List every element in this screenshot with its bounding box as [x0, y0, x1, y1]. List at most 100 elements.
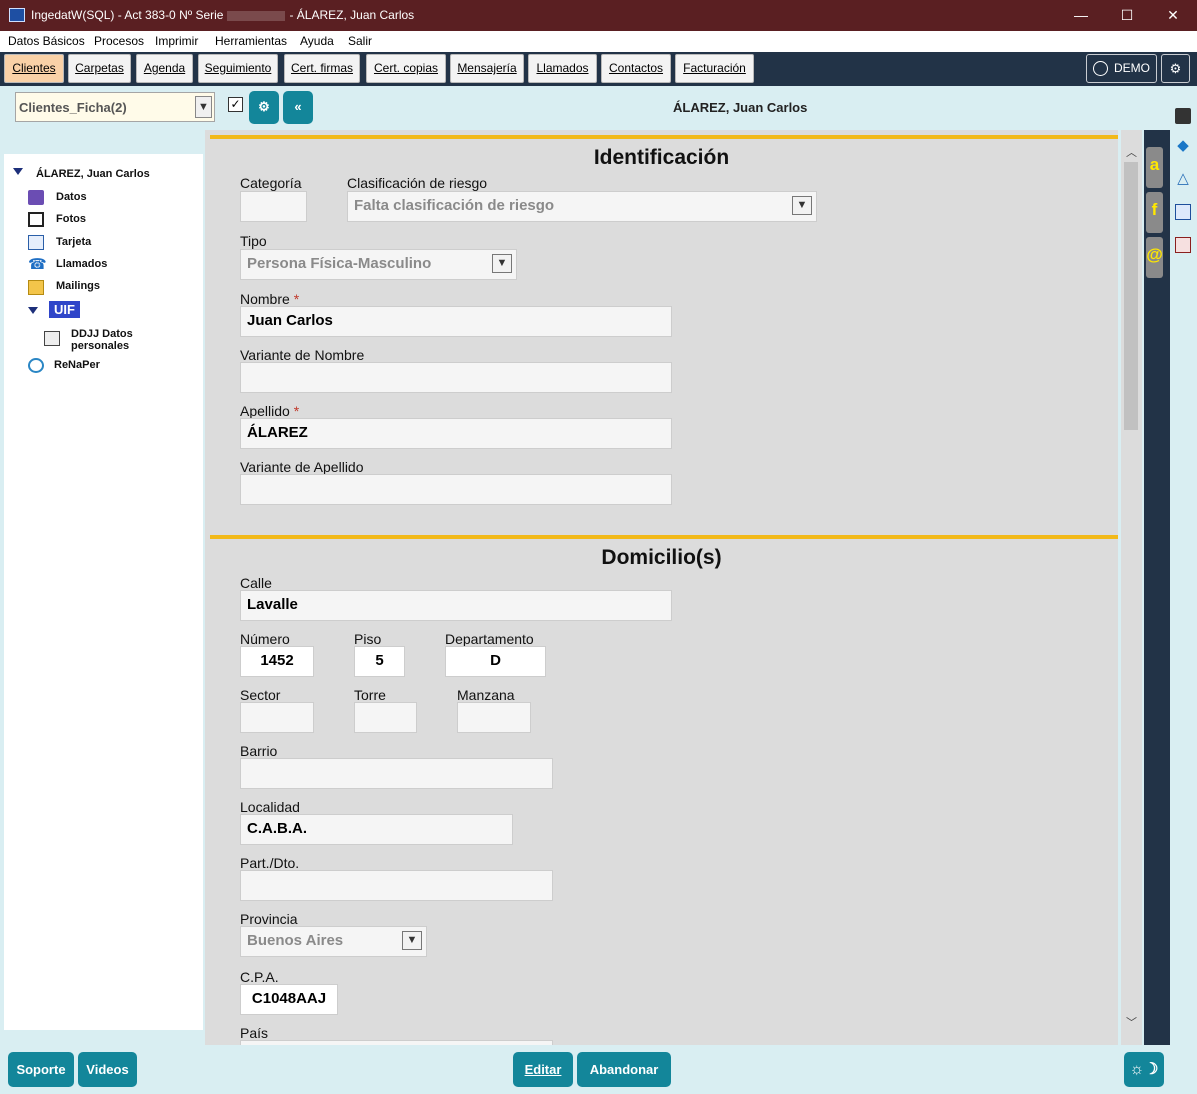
tab-carpetas[interactable]: Carpetas [68, 54, 131, 83]
numero-field[interactable]: 1452 [240, 646, 314, 677]
tab-agenda[interactable]: Agenda [136, 54, 193, 83]
card-icon [28, 235, 44, 250]
menu-herramientas[interactable]: Herramientas [215, 34, 287, 48]
right-tool-strip: ◆ △ [1170, 86, 1197, 1048]
cpa-field[interactable]: C1048AAJ [240, 984, 338, 1015]
tab-facturacion[interactable]: Facturación [675, 54, 754, 83]
menu-bar: Datos Básicos Procesos Imprimir Herramie… [0, 31, 1197, 52]
theme-toggle-button[interactable]: ☼☽ [1124, 1052, 1164, 1087]
drive-icon[interactable]: △ [1175, 171, 1191, 187]
view-select[interactable]: Clientes_Ficha(2) ▼ [15, 92, 215, 122]
videos-button[interactable]: Videos [78, 1052, 137, 1087]
social-button-a[interactable]: a [1146, 147, 1163, 188]
redacted-serial [227, 10, 286, 21]
calle-field[interactable]: Lavalle [240, 590, 672, 621]
tree-item-tarjeta[interactable]: Tarjeta [56, 236, 91, 248]
tree-item-mailings[interactable]: Mailings [56, 280, 100, 292]
tab-cert-firmas[interactable]: Cert. firmas [284, 54, 360, 83]
barrio-field[interactable] [240, 758, 553, 789]
barrio-label: Barrio [240, 743, 278, 759]
nombre-label: Nombre * [240, 291, 300, 307]
piso-field[interactable]: 5 [354, 646, 405, 677]
tree-item-fotos[interactable]: Fotos [56, 213, 86, 225]
section-title-identificacion: Identificación [593, 146, 730, 169]
manzana-field[interactable] [457, 702, 531, 733]
apellido-field[interactable]: ÁLAREZ [240, 418, 672, 449]
tree-item-uif[interactable]: UIF [49, 301, 80, 318]
phone-icon: ☎ [28, 256, 47, 273]
collapse-button[interactable]: « [283, 91, 313, 124]
user-button[interactable]: DEMO [1086, 54, 1157, 83]
expand-arrow-icon[interactable] [13, 168, 23, 175]
app-icon [9, 8, 25, 22]
expand-arrow-icon[interactable] [28, 307, 38, 314]
settings-button[interactable]: ⚙ [1161, 54, 1190, 83]
menu-imprimir[interactable]: Imprimir [155, 34, 198, 48]
photos-icon [28, 212, 44, 227]
tab-llamados[interactable]: Llamados [528, 54, 597, 83]
torre-field[interactable] [354, 702, 417, 733]
tab-contactos[interactable]: Contactos [601, 54, 671, 83]
diamond-app-icon[interactable]: ◆ [1175, 138, 1191, 154]
social-button-facebook[interactable]: f [1146, 192, 1163, 233]
options-button[interactable]: ⚙ [249, 91, 279, 124]
tipo-select[interactable]: Persona Física-Masculino ▼ [240, 249, 517, 280]
calculator-icon[interactable] [1175, 108, 1191, 124]
window-title: IngedatW(SQL) - Act 383-0 Nº Serie - ÁLAR… [31, 8, 415, 22]
maximize-button[interactable]: ☐ [1104, 0, 1150, 31]
social-strip: a f @ [1144, 130, 1170, 1045]
tree-item-llamados[interactable]: Llamados [56, 258, 107, 270]
report-icon[interactable] [1175, 237, 1191, 253]
record-checkbox[interactable]: ✓ [228, 97, 243, 112]
social-button-email[interactable]: @ [1146, 237, 1163, 278]
menu-datos-basicos[interactable]: Datos Básicos [8, 34, 85, 48]
tab-cert-copias[interactable]: Cert. copias [366, 54, 446, 83]
departamento-field[interactable]: D [445, 646, 546, 677]
torre-label: Torre [354, 687, 386, 703]
localidad-field[interactable]: C.A.B.A. [240, 814, 513, 845]
nombre-field[interactable]: Juan Carlos [240, 306, 672, 337]
form-scrollbar[interactable]: ︿ ﹀ [1121, 130, 1142, 1045]
tab-clientes[interactable]: Clientes [4, 54, 64, 83]
fingerprint-icon [28, 358, 44, 373]
abandonar-button[interactable]: Abandonar [577, 1052, 671, 1087]
menu-salir[interactable]: Salir [348, 34, 372, 48]
localidad-label: Localidad [240, 799, 300, 815]
partido-label: Part./Dto. [240, 855, 300, 871]
categoria-label: Categoría [240, 175, 302, 191]
scroll-thumb[interactable] [1124, 162, 1138, 430]
record-toolbar: Clientes_Ficha(2) ▼ ✓ ⚙ « ÁLAREZ, Juan Ca… [0, 86, 1170, 128]
partido-field[interactable] [240, 870, 553, 901]
tree-item-renaper[interactable]: ReNaPer [54, 359, 100, 371]
tab-seguimiento[interactable]: Seguimiento [198, 54, 278, 83]
riesgo-select[interactable]: Falta clasificación de riesgo ▼ [347, 191, 817, 222]
var-apellido-field[interactable] [240, 474, 672, 505]
tab-mensajeria[interactable]: Mensajería [450, 54, 524, 83]
navigation-tree: ÁLAREZ, Juan Carlos Datos Fotos Tarjeta … [4, 130, 203, 1044]
module-tab-bar: Clientes Carpetas Agenda Seguimiento Cer… [0, 52, 1197, 86]
editar-button[interactable]: Editar [513, 1052, 573, 1087]
apellido-label: Apellido * [240, 403, 300, 419]
document-icon [44, 331, 60, 346]
tree-root-client[interactable]: ÁLAREZ, Juan Carlos [36, 168, 150, 180]
bottom-action-bar: Soporte Videos Editar Abandonar ☼☽ [0, 1045, 1197, 1094]
close-button[interactable]: ✕ [1150, 0, 1196, 31]
riesgo-label: Clasificación de riesgo [347, 175, 488, 191]
scroll-up-icon[interactable]: ︿ [1124, 144, 1139, 160]
scroll-down-icon[interactable]: ﹀ [1124, 1014, 1139, 1030]
soporte-button[interactable]: Soporte [8, 1052, 74, 1087]
menu-procesos[interactable]: Procesos [94, 34, 144, 48]
var-nombre-label: Variante de Nombre [240, 347, 365, 363]
categoria-field[interactable] [240, 191, 307, 222]
tree-item-ddjj[interactable]: DDJJ Datos personales [71, 328, 133, 352]
manzana-label: Manzana [457, 687, 515, 703]
tree-item-datos[interactable]: Datos [56, 191, 87, 203]
document-icon[interactable] [1175, 204, 1191, 220]
menu-ayuda[interactable]: Ayuda [300, 34, 334, 48]
tipo-label: Tipo [240, 233, 267, 249]
chevron-down-icon: ▼ [195, 96, 212, 118]
sector-field[interactable] [240, 702, 314, 733]
var-nombre-field[interactable] [240, 362, 672, 393]
provincia-select[interactable]: Buenos Aires ▼ [240, 926, 427, 957]
minimize-button[interactable]: — [1058, 0, 1104, 31]
